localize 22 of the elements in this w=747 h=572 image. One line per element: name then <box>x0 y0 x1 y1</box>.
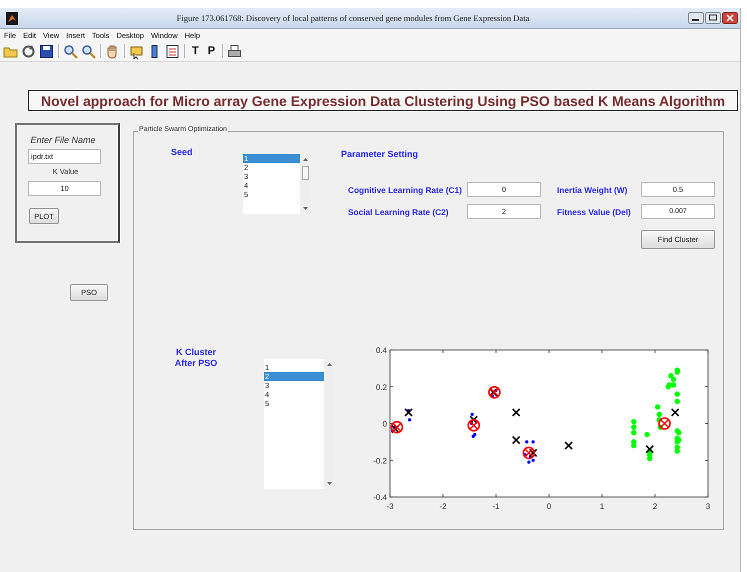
axis-tick-label: 2 <box>652 502 658 511</box>
field-label: Seed <box>171 147 194 159</box>
field-label: Social Learning Rate (C2) <box>348 206 450 216</box>
axis-tick-label: 3 <box>706 502 710 511</box>
banner-title: Novel approach for Micro array Gene Expression Data Clustering Using PSO based K Means Algorithm <box>28 90 738 111</box>
axis-tick-label: 0.4 <box>376 346 387 355</box>
window-title: Figure 173.061768: Discovery of local patterns of conserved gene modules from Gene Expression Data <box>176 13 530 23</box>
field-label: Fitness Value (Del) <box>557 206 632 216</box>
axis-tick-label: 0 <box>546 502 552 511</box>
axis-tick-label: -2 <box>439 502 447 511</box>
axis-tick-label: 0 <box>382 420 387 428</box>
axis-tick-label: -0.2 <box>373 456 387 466</box>
field-label: Cognitive Learning Rate (C1) <box>348 184 463 194</box>
axis-tick-label: 1 <box>600 502 604 511</box>
section-title: Parameter Setting <box>341 149 418 159</box>
field-label: Inertia Weight (W) <box>557 184 628 194</box>
field-label: K Cluster After PSO <box>174 347 218 370</box>
axis-tick-label: -0.4 <box>373 493 387 502</box>
axis-tick-label: -3 <box>386 502 394 511</box>
axis-tick-label: 0.2 <box>376 382 387 392</box>
axis-tick-label: -1 <box>492 502 500 511</box>
panel-heading: Enter File Name <box>29 135 97 145</box>
